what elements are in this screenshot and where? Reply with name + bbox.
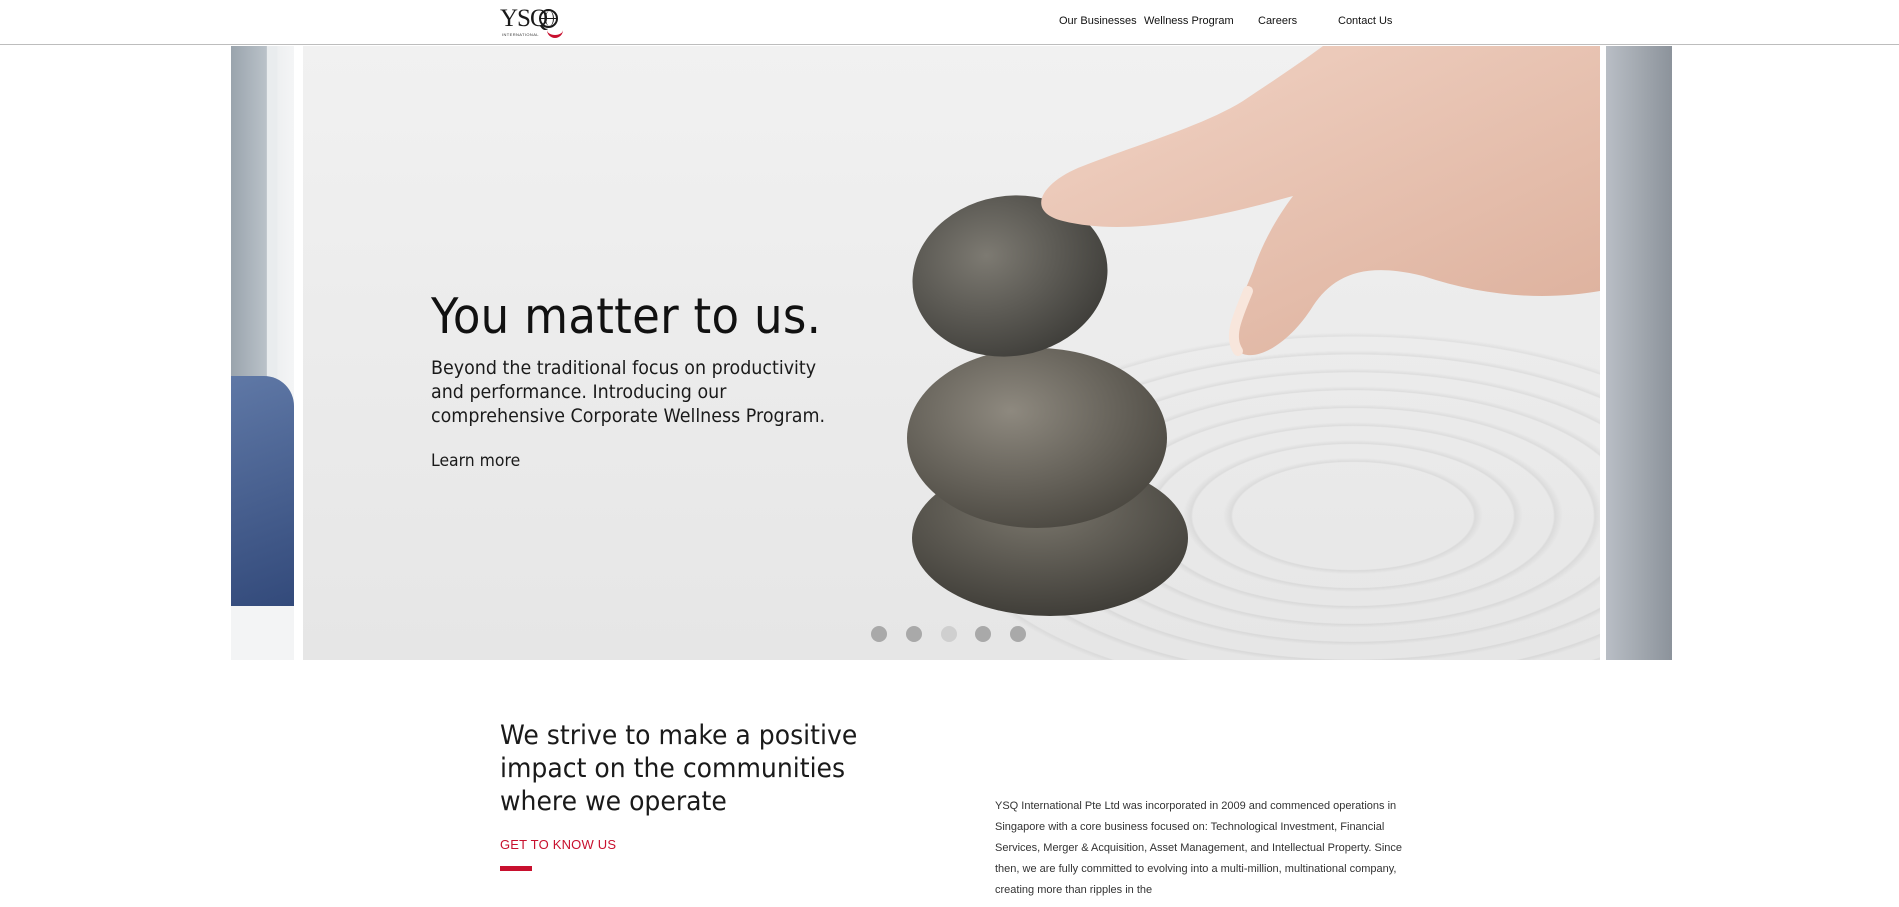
learn-more-link[interactable]: Learn more bbox=[431, 451, 520, 471]
hero-slide: You matter to us. Beyond the traditional… bbox=[303, 46, 1600, 660]
stones-and-hand-illustration bbox=[907, 46, 1600, 616]
nav-contact-us[interactable]: Contact Us bbox=[1338, 15, 1392, 27]
ysq-logo[interactable]: YSQ INTERNATIONAL bbox=[500, 6, 566, 38]
hero-title: You matter to us. bbox=[431, 288, 822, 345]
globe-icon bbox=[539, 9, 558, 28]
logo-subtext: INTERNATIONAL bbox=[502, 32, 539, 37]
get-to-know-us-link[interactable]: GET TO KNOW US bbox=[500, 837, 616, 852]
carousel-prev-slide-peek[interactable] bbox=[231, 46, 294, 660]
carousel-dot[interactable] bbox=[906, 626, 922, 642]
nav-careers[interactable]: Careers bbox=[1258, 15, 1297, 27]
carousel-next-slide-peek[interactable] bbox=[1606, 46, 1672, 660]
table-shape bbox=[231, 606, 294, 660]
link-underline-accent bbox=[500, 866, 532, 871]
nav-our-businesses[interactable]: Our Businesses bbox=[1059, 15, 1137, 27]
middle-stone bbox=[907, 348, 1167, 528]
site-header: YSQ INTERNATIONAL Our Businesses Wellnes… bbox=[0, 0, 1899, 45]
nav-wellness-program[interactable]: Wellness Program bbox=[1144, 15, 1234, 27]
person-shape bbox=[231, 376, 294, 626]
window-frame bbox=[267, 46, 277, 406]
logo-swoosh bbox=[547, 27, 563, 38]
carousel-dot-active[interactable] bbox=[941, 626, 957, 642]
hero-description: Beyond the traditional focus on producti… bbox=[431, 357, 826, 427]
carousel-dot[interactable] bbox=[1010, 626, 1026, 642]
carousel-dot[interactable] bbox=[871, 626, 887, 642]
about-heading: We strive to make a positive impact on t… bbox=[500, 720, 858, 817]
about-body-text: YSQ International Pte Ltd was incorporat… bbox=[995, 800, 1402, 896]
carousel-dot[interactable] bbox=[975, 626, 991, 642]
